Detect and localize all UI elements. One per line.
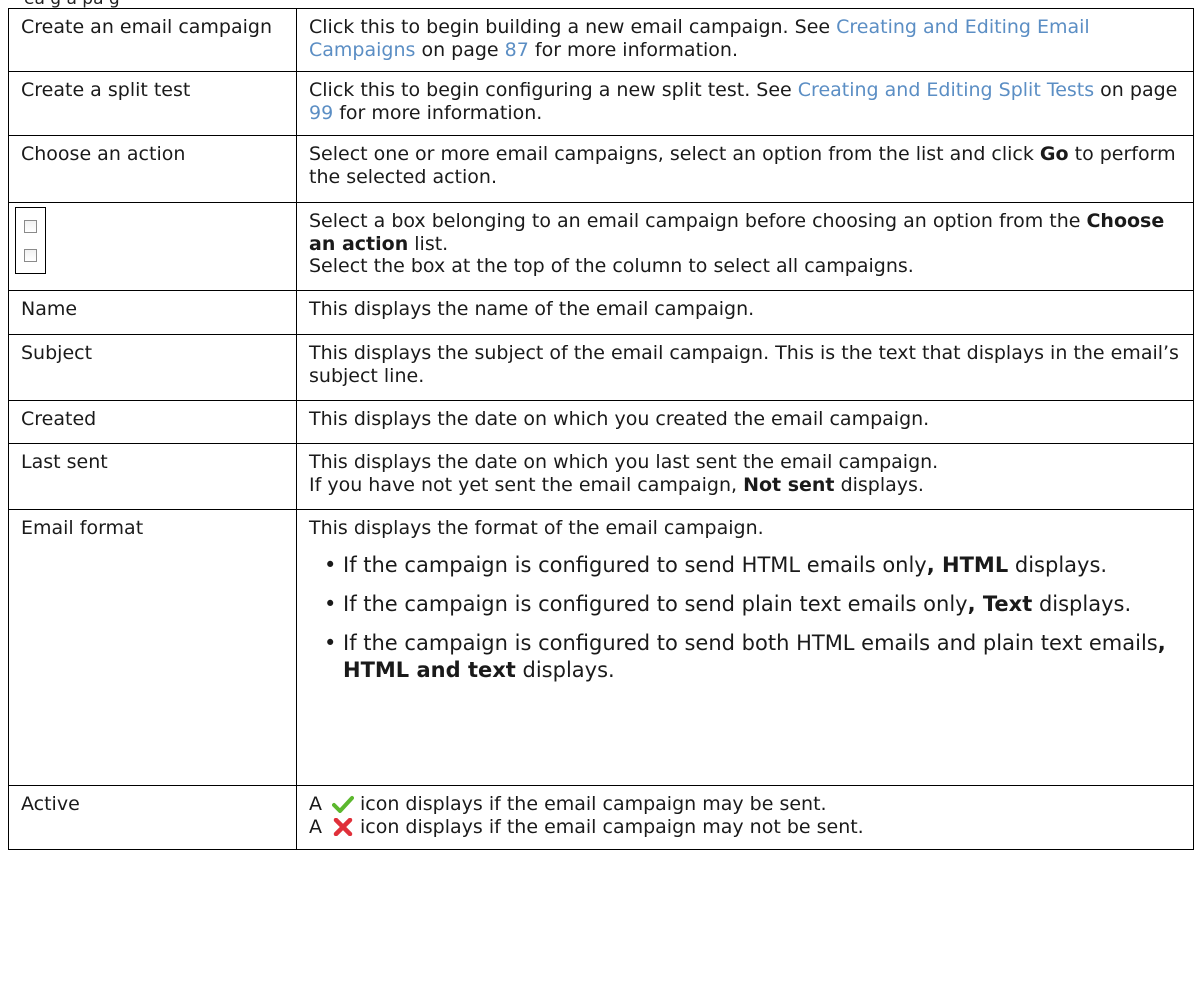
checkmark-icon: [332, 796, 354, 813]
term-cell: Last sent: [8, 443, 297, 510]
page-link-99[interactable]: 99: [309, 102, 333, 124]
term-cell: Name: [8, 290, 297, 335]
cross-icon: [333, 817, 353, 836]
list-item: • If the campaign is configured to send p…: [324, 591, 1132, 616]
description-cell: This displays the name of the email camp…: [296, 290, 1194, 335]
description-cell: Select a box belonging to an email campa…: [296, 202, 1194, 291]
description-cell: Select one or more email campaigns, sele…: [296, 135, 1194, 203]
description-cell: This displays the format of the email ca…: [296, 509, 1194, 786]
bullet-icon: •: [324, 630, 337, 655]
term-cell: Create an email campaign: [8, 8, 297, 72]
campaign-fields-table: Create an email campaign Click this to b…: [8, 8, 1194, 850]
description-cell: Click this to begin building a new email…: [296, 8, 1194, 72]
bullet-icon: •: [324, 552, 337, 577]
table-row: Last sent This displays the date on whic…: [8, 443, 1194, 510]
description-cell: Aicon displays if the email campaign may…: [296, 785, 1194, 850]
description-cell: This displays the date on which you crea…: [296, 400, 1194, 444]
table-row: Create an email campaign Click this to b…: [8, 8, 1194, 72]
term-cell: Created: [8, 400, 297, 444]
checkbox-icon: [24, 249, 37, 262]
format-bullet-list: • If the campaign is configured to send H…: [309, 552, 1181, 684]
go-label: Go: [1039, 143, 1069, 165]
term-cell: Email format: [8, 509, 297, 786]
bullet-icon: •: [324, 591, 337, 616]
table-row: Name This displays the name of the email…: [8, 290, 1194, 335]
page-link-87[interactable]: 87: [505, 39, 529, 61]
table-row: Active Aicon displays if the email campa…: [8, 785, 1194, 850]
term-cell: Create a split test: [8, 71, 297, 136]
table-row: Choose an action Select one or more emai…: [8, 135, 1194, 203]
checkbox-illustration: [15, 207, 46, 274]
term-cell: Subject: [8, 334, 297, 401]
table-row: Subject This displays the subject of the…: [8, 334, 1194, 401]
description-cell: This displays the subject of the email c…: [296, 334, 1194, 401]
list-item: • If the campaign is configured to send H…: [324, 552, 1108, 577]
list-item: • If the campaign is configured to send b…: [324, 630, 1166, 682]
term-cell: Choose an action: [8, 135, 297, 203]
checkbox-icon: [24, 220, 37, 233]
link-creating-editing-split-tests[interactable]: Creating and Editing Split Tests: [798, 79, 1094, 101]
description-cell: This displays the date on which you last…: [296, 443, 1194, 510]
table-row: Email format This displays the format of…: [8, 509, 1194, 786]
table-row: Select a box belonging to an email campa…: [8, 202, 1194, 291]
table-row: Created This displays the date on which …: [8, 400, 1194, 444]
term-cell-checkbox-illustration: [8, 202, 297, 291]
term-cell: Active: [8, 785, 297, 850]
description-cell: Click this to begin configuring a new sp…: [296, 71, 1194, 136]
table-row: Create a split test Click this to begin …: [8, 71, 1194, 136]
format-intro: This displays the format of the email ca…: [309, 517, 764, 539]
